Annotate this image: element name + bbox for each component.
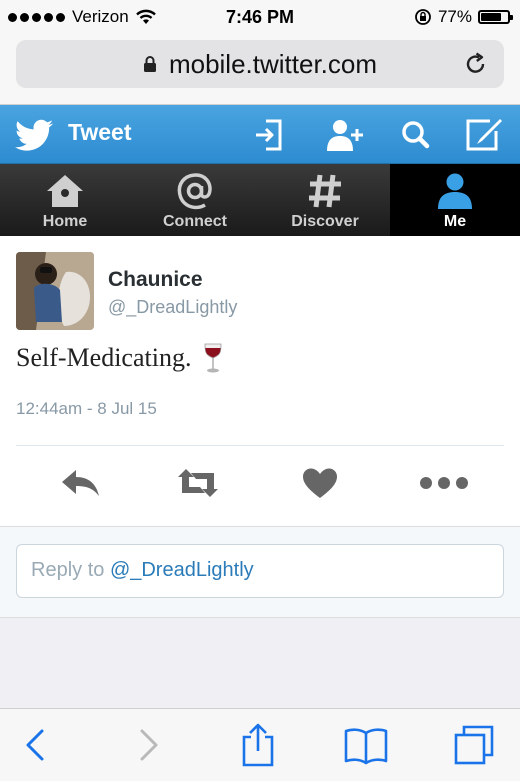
nav-label-discover: Discover [291, 213, 359, 230]
retweet-icon[interactable] [176, 466, 220, 500]
reply-prefix: Reply to [31, 559, 110, 581]
nav-item-discover[interactable]: Discover [260, 164, 390, 236]
avatar[interactable] [16, 252, 94, 330]
reply-icon[interactable] [58, 466, 102, 500]
battery-icon [478, 10, 513, 24]
address-bar: mobile.twitter.com [0, 36, 520, 105]
reply-mention: @_DreadLightly [109, 559, 254, 581]
person-icon [438, 173, 472, 209]
orientation-lock-icon [415, 9, 431, 25]
url-text: mobile.twitter.com [168, 48, 378, 79]
twitter-header: Tweet [0, 105, 520, 164]
tweet-text-row: Self-Medicating. [16, 342, 223, 374]
reply-section: Reply to @_DreadLightly [0, 527, 520, 618]
status-right: 77% [414, 7, 513, 27]
nav-label-home: Home [42, 213, 88, 230]
more-icon[interactable] [418, 466, 470, 500]
author-name[interactable]: Chaunice [108, 268, 203, 292]
nav-label-connect: Connect [163, 213, 227, 230]
tweet-card: Chaunice @_DreadLightly Self-Medicating.… [0, 236, 520, 527]
tweet-text: Self-Medicating. [16, 343, 192, 372]
share-icon[interactable] [236, 723, 280, 767]
nav-item-me[interactable]: Me [390, 164, 520, 236]
tweet-timestamp[interactable]: 12:44am - 8 Jul 15 [16, 399, 157, 419]
forward-icon[interactable] [126, 723, 170, 767]
back-icon[interactable] [14, 723, 58, 767]
reload-icon[interactable] [462, 50, 490, 78]
url-display: mobile.twitter.com [16, 40, 504, 88]
twitter-bird-icon[interactable] [14, 119, 54, 153]
status-bar: Verizon 7:46 PM 77% [0, 0, 520, 36]
add-user-icon[interactable] [324, 117, 364, 153]
wine-glass-icon [205, 343, 222, 373]
avatar-photo [16, 252, 94, 330]
bookmarks-icon[interactable] [344, 723, 388, 767]
tabs-icon[interactable] [452, 723, 496, 767]
heart-icon[interactable] [298, 466, 342, 500]
url-field[interactable]: mobile.twitter.com [16, 40, 504, 88]
sign-in-icon[interactable] [248, 117, 288, 153]
main-nav: Home Connect Discover Me [0, 164, 520, 236]
safari-toolbar [0, 708, 520, 781]
divider [16, 445, 504, 446]
nav-item-connect[interactable]: Connect [130, 164, 260, 236]
nav-item-home[interactable]: Home [0, 164, 130, 236]
battery-percent: 77% [437, 7, 472, 26]
home-icon [47, 175, 83, 207]
header-title: Tweet [68, 119, 132, 145]
author-handle[interactable]: @_DreadLightly [108, 297, 237, 318]
compose-icon[interactable] [464, 117, 504, 153]
lock-icon [143, 56, 156, 72]
at-icon [177, 173, 212, 210]
nav-label-me: Me [443, 213, 467, 230]
search-icon[interactable] [396, 117, 436, 153]
reply-input[interactable]: Reply to @_DreadLightly [16, 544, 504, 598]
hash-icon [309, 174, 341, 208]
